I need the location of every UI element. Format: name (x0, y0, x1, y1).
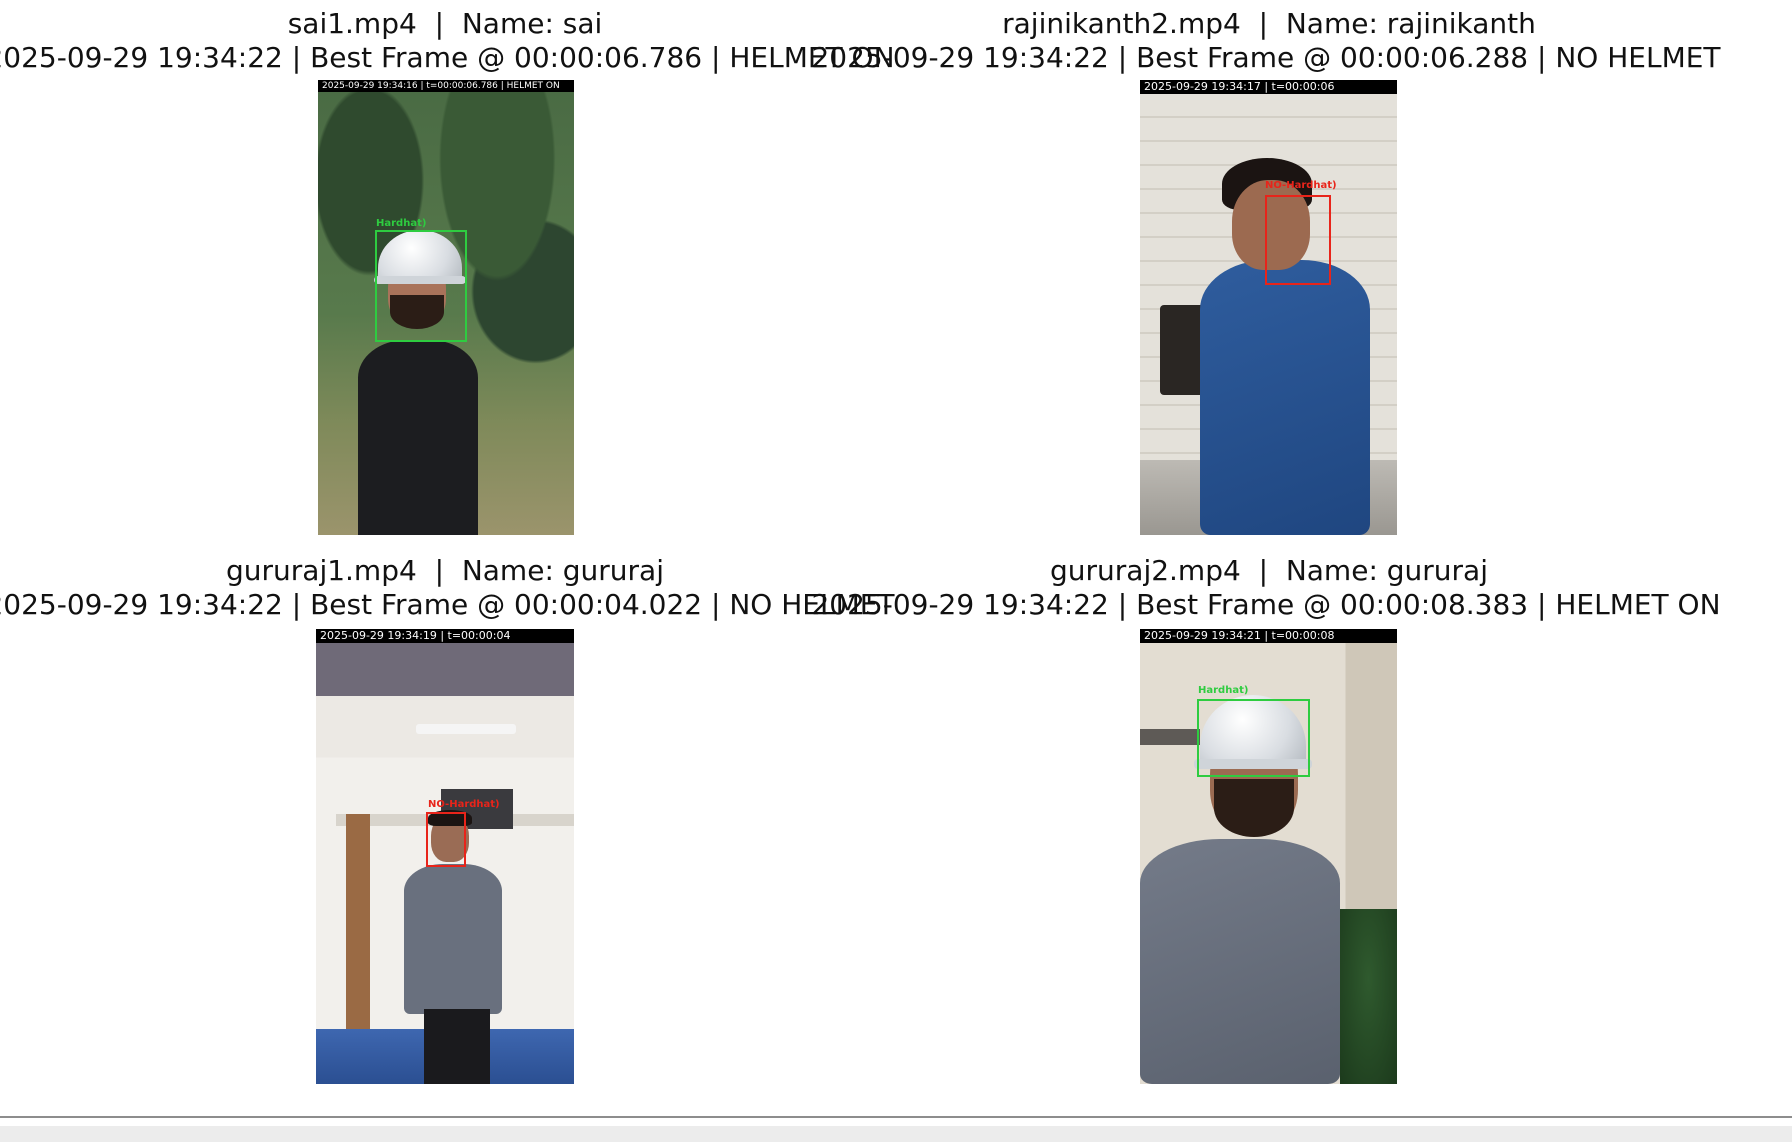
frame-timestamp: 2025-09-29 19:34:17 | t=00:00:06 (1140, 80, 1397, 94)
best-frame-image[interactable]: 2025-09-29 19:34:19 | t=00:00:04 NO-Hard… (316, 629, 574, 1084)
bottom-scroll-strip[interactable] (0, 1126, 1792, 1142)
detection-label: Hardhat) (1198, 685, 1249, 696)
bottom-divider (0, 1116, 1792, 1118)
panel-subtitle: 2025-09-29 19:34:22 | Best Frame @ 00:00… (811, 588, 1721, 621)
detection-box (1197, 699, 1310, 777)
detection-label: NO-Hardhat) (428, 799, 500, 810)
ceiling-light (416, 724, 516, 734)
panel-subtitle: 2025-09-29 19:34:22 | Best Frame @ 00:00… (811, 41, 1721, 74)
frame-timestamp: 2025-09-29 19:34:16 | t=00:00:06.786 | H… (318, 80, 574, 92)
person-torso (1200, 260, 1370, 535)
panel-title: gururaj1.mp4 | Name: gururaj (225, 554, 665, 587)
best-frame-image[interactable]: 2025-09-29 19:34:16 | t=00:00:06.786 | H… (318, 80, 574, 535)
plant (1340, 909, 1397, 1084)
detection-label: Hardhat) (376, 218, 427, 229)
person-legs (424, 1009, 490, 1084)
person-torso (404, 864, 502, 1014)
detection-box (1265, 195, 1331, 285)
panel-title: gururaj2.mp4 | Name: gururaj (1049, 554, 1489, 587)
detection-label: NO-Hardhat) (1265, 180, 1337, 191)
frame-timestamp: 2025-09-29 19:34:21 | t=00:00:08 (1140, 629, 1397, 643)
best-frame-image[interactable]: 2025-09-29 19:34:17 | t=00:00:06 NO-Hard… (1140, 80, 1397, 535)
person-beard (1214, 779, 1294, 837)
panel-subtitle: 2025-09-29 19:34:22 | Best Frame @ 00:00… (0, 41, 895, 74)
panel-title: sai1.mp4 | Name: sai (287, 7, 603, 40)
person-torso (358, 340, 478, 535)
frame-timestamp: 2025-09-29 19:34:19 | t=00:00:04 (316, 629, 574, 643)
person-torso (1140, 839, 1340, 1084)
panel-title: rajinikanth2.mp4 | Name: rajinikanth (1002, 7, 1536, 40)
detection-box (426, 812, 466, 867)
best-frame-image[interactable]: 2025-09-29 19:34:21 | t=00:00:08 Hardhat… (1140, 629, 1397, 1084)
panel-subtitle: 2025-09-29 19:34:22 | Best Frame @ 00:00… (0, 588, 895, 621)
detection-box (375, 230, 467, 342)
ceiling-fixture (1140, 729, 1200, 745)
